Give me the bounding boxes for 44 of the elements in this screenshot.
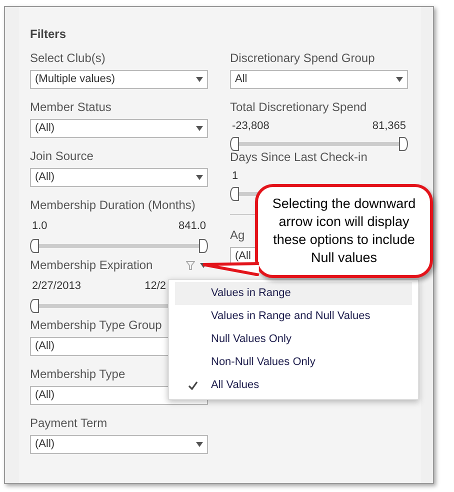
menu-item[interactable]: Values in Range [175,282,412,305]
caret-icon [200,263,207,268]
filter-label: Total Discretionary Spend [230,100,367,115]
filter-label: Ag [230,228,245,243]
range-slider[interactable] [30,238,208,252]
filter-label: Membership Type Group [30,318,162,333]
callout-text: Selecting the downward arrow icon will display these options to include Null values [271,195,417,267]
filter-label: Select Club(s) [30,51,106,66]
range-slider[interactable] [230,136,408,150]
slider-handle[interactable] [230,186,239,200]
filter-label: Membership Type [30,367,126,382]
dropdown[interactable]: (All) [30,435,208,454]
filter-label: Membership Expiration [30,258,153,273]
caret-icon [196,126,203,131]
filter-label: Days Since Last Check-in [230,150,368,165]
range-min-value: 2/27/2013 [32,279,81,294]
caret-icon [196,442,203,447]
caret-icon [196,175,203,180]
filter-label: Discretionary Spend Group [230,51,375,66]
range-min-value: 1.0 [32,219,48,234]
menu-item[interactable]: Values in Range and Null Values [175,305,412,328]
range-max-value: 841.0 [178,219,206,234]
panel-title: Filters [30,26,68,43]
slider-handle[interactable] [199,238,208,252]
dropdown[interactable]: (All) [30,119,208,138]
filter-label: Join Source [30,149,94,164]
filter-label: Payment Term [30,416,108,431]
filter-label: Membership Duration (Months) [30,198,196,213]
range-min-value: 1 [232,169,238,184]
filter-label: Member Status [30,100,112,115]
caret-icon [396,77,403,82]
dropdown[interactable]: (All) [30,168,208,187]
range-min-value: -23,808 [232,119,270,134]
slider-handle[interactable] [30,238,39,252]
check-icon [188,381,198,390]
range-max-value: 81,365 [372,119,406,134]
dropdown[interactable]: (Multiple values) [30,70,208,89]
slider-handle[interactable] [230,136,239,150]
slider-handle[interactable] [30,298,39,312]
caret-icon [196,77,203,82]
range-max-value: 12/2 [144,279,166,294]
slider-handle[interactable] [399,136,408,150]
dropdown-arrow-button[interactable] [200,263,207,268]
dropdown[interactable]: All [230,70,408,89]
